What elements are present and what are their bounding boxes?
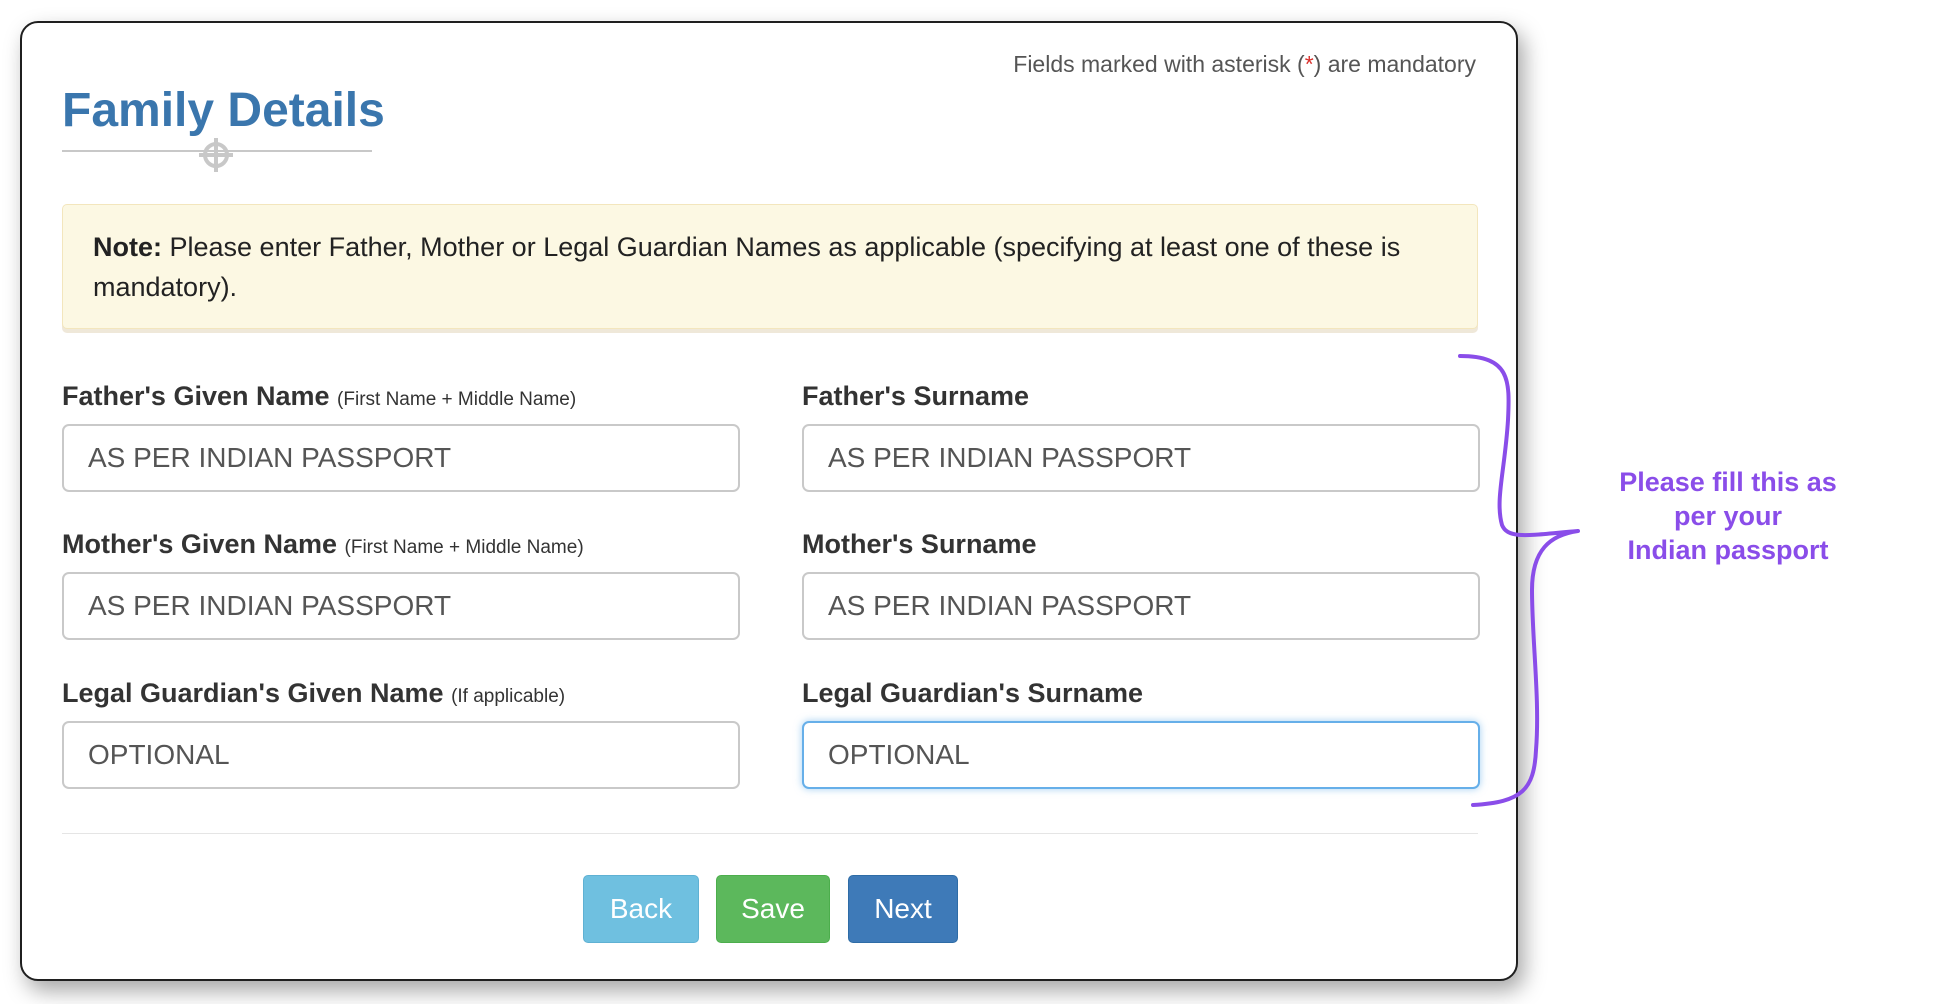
form-divider: [62, 833, 1478, 834]
mother-surname-input[interactable]: [802, 572, 1480, 640]
guardian-surname-input[interactable]: [802, 721, 1480, 789]
mother-given-name-label: Mother's Given Name (First Name + Middle…: [62, 529, 584, 560]
annotation-line-1: Please fill this as: [1619, 467, 1837, 497]
mandatory-note-before: Fields marked with asterisk (: [1013, 51, 1305, 77]
passport-annotation: Please fill this as per your Indian pass…: [1578, 465, 1878, 567]
note-alert: Note: Please enter Father, Mother or Leg…: [62, 204, 1478, 329]
asterisk-symbol: *: [1304, 51, 1314, 77]
mother-given-name-input[interactable]: [62, 572, 740, 640]
back-button[interactable]: Back: [583, 875, 699, 943]
guardian-surname-label: Legal Guardian's Surname: [802, 678, 1143, 709]
father-given-name-input[interactable]: [62, 424, 740, 492]
annotation-line-3: Indian passport: [1627, 535, 1829, 565]
father-given-name-label: Father's Given Name (First Name + Middle…: [62, 381, 576, 412]
father-surname-input[interactable]: [802, 424, 1480, 492]
mother-surname-label: Mother's Surname: [802, 529, 1036, 560]
guardian-given-name-label-text: Legal Guardian's Given Name: [62, 678, 444, 708]
mandatory-fields-note: Fields marked with asterisk (*) are mand…: [1013, 51, 1476, 78]
guardian-given-name-label: Legal Guardian's Given Name (If applicab…: [62, 678, 565, 709]
note-text: Please enter Father, Mother or Legal Gua…: [93, 232, 1401, 302]
guardian-surname-label-text: Legal Guardian's Surname: [802, 678, 1144, 708]
mother-given-name-hint: (First Name + Middle Name): [344, 537, 584, 558]
save-button[interactable]: Save: [716, 875, 830, 943]
family-details-card: Fields marked with asterisk (*) are mand…: [20, 21, 1518, 981]
father-given-name-label-text: Father's Given Name: [62, 381, 330, 411]
mother-surname-label-text: Mother's Surname: [802, 529, 1037, 559]
mother-given-name-label-text: Mother's Given Name: [62, 529, 337, 559]
father-surname-label-text: Father's Surname: [802, 381, 1029, 411]
curly-brace-annotation: [1458, 354, 1580, 807]
note-label: Note:: [93, 232, 162, 262]
mandatory-note-after: ) are mandatory: [1313, 51, 1476, 77]
guardian-given-name-hint: (If applicable): [451, 686, 566, 707]
guardian-given-name-input[interactable]: [62, 721, 740, 789]
father-given-name-hint: (First Name + Middle Name): [337, 389, 577, 410]
crosshair-icon: [199, 138, 233, 172]
page-title: Family Details: [62, 84, 385, 137]
brace-path: [1458, 354, 1580, 807]
annotation-line-2: per your: [1673, 501, 1783, 531]
father-surname-label: Father's Surname: [802, 381, 1029, 412]
next-button[interactable]: Next: [848, 875, 958, 943]
